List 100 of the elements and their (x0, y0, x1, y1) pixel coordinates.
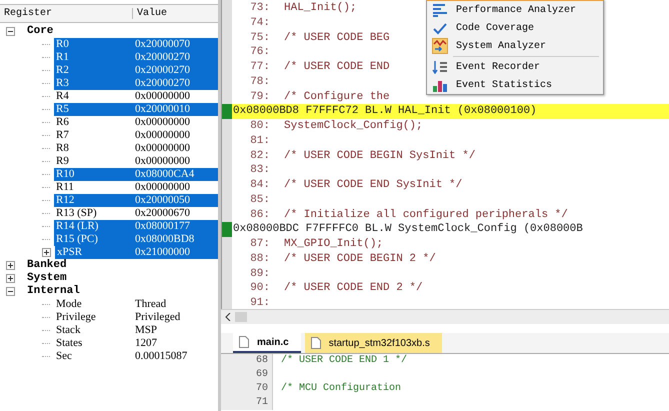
source-code: /* MCU Configuration (281, 382, 402, 396)
menu-item[interactable]: Code Coverage (427, 19, 603, 37)
register-name[interactable]: R1 (54, 51, 129, 64)
register-value: 0x00000000 (134, 142, 190, 154)
register-value: 0x20000010 (134, 103, 190, 115)
register-value: 0x08000CA4 (134, 168, 194, 180)
register-value: 0x00000000 (134, 181, 190, 193)
register-value: MSP (134, 324, 158, 336)
menu-item[interactable]: Event Recorder (427, 58, 603, 76)
register-name[interactable]: R3 (54, 77, 129, 90)
source-code: /* USER CODE BEGIN SysInit */ (284, 148, 476, 164)
line-number: 83: (249, 163, 270, 178)
line-number: 68 (221, 354, 273, 368)
expand-icon[interactable] (42, 248, 51, 257)
horizontal-scrollbar[interactable] (221, 309, 669, 324)
source-code: SystemClock_Config(); (284, 119, 423, 134)
file-icon (310, 337, 321, 349)
expand-icon[interactable] (6, 274, 15, 283)
source-code: /* USER CODE BEG (284, 30, 390, 46)
line-number: 76: (249, 45, 270, 60)
collapse-icon[interactable] (6, 27, 15, 36)
line-number: 70 (221, 382, 273, 396)
execution-marker (222, 104, 232, 119)
bar-chart-icon (432, 78, 448, 92)
menu-item[interactable]: Performance Analyzer (427, 1, 603, 19)
source-code: /* USER CODE BEGIN 2 */ (284, 252, 436, 266)
line-number: 81: (249, 134, 270, 148)
register-name[interactable]: R13 (SP) (54, 207, 129, 220)
scrollbar-thumb[interactable] (235, 312, 247, 322)
group-label[interactable]: Internal (19, 285, 80, 298)
line-number: 91: (249, 296, 270, 311)
group-label[interactable]: Core (19, 25, 54, 38)
line-number: 79: (249, 90, 270, 104)
register-name[interactable]: Stack (54, 324, 129, 337)
source-code: /* Configure the (284, 90, 390, 104)
register-value: 0x20000050 (134, 194, 190, 206)
line-number: 85: (249, 192, 270, 208)
register-value: 0x08000177 (134, 220, 190, 232)
register-value: Privileged (134, 311, 180, 323)
register-name[interactable]: R12 (54, 194, 129, 207)
register-name[interactable]: R7 (54, 129, 129, 142)
line-number: 75: (249, 30, 270, 46)
line-number: 90: (249, 281, 270, 296)
group-label[interactable]: Banked (19, 259, 67, 272)
group-label[interactable]: System (19, 272, 67, 285)
register-name[interactable]: R2 (54, 64, 129, 77)
list-arrow-icon (432, 60, 448, 74)
register-name[interactable]: Mode (54, 298, 129, 311)
column-header[interactable]: Value (133, 8, 168, 19)
register-value: 0x21000000 (134, 246, 190, 258)
waveform-icon (432, 38, 448, 54)
register-name[interactable]: R4 (54, 90, 129, 103)
line-number: 77: (249, 60, 270, 75)
column-header[interactable]: Register (0, 8, 133, 19)
register-name[interactable]: R8 (54, 142, 129, 155)
line-number: 71 (221, 396, 273, 410)
menu-item[interactable]: System Analyzer (427, 37, 603, 55)
disassembly-line: 0x08000BDC F7FFFFC0 BL.W SystemClock_Config (0x08000B (222, 222, 669, 237)
file-tab[interactable]: startup_stm32f103xb.s (304, 333, 442, 353)
collapse-icon[interactable] (6, 287, 15, 296)
menu-item[interactable]: Event Statistics (427, 76, 603, 94)
register-name[interactable]: R15 (PC) (54, 233, 129, 246)
source-code: /* USER CODE END 2 */ (284, 281, 423, 296)
source-code: MX_GPIO_Init(); (284, 237, 384, 252)
register-value: 0x20000270 (134, 51, 190, 63)
register-value: 0x00000000 (134, 155, 190, 167)
register-value: 0.00015087 (134, 350, 188, 362)
register-value: 0x00000000 (134, 116, 190, 128)
register-name[interactable]: R9 (54, 155, 129, 168)
line-number: 87: (249, 237, 270, 252)
register-name[interactable]: R5 (54, 103, 129, 116)
line-number: 88: (249, 252, 270, 266)
register-name[interactable]: R0 (54, 38, 129, 51)
register-name[interactable]: xPSR (55, 246, 129, 259)
source-code: /* USER CODE END SysInit */ (284, 178, 462, 193)
source-code: HAL_Init(); (284, 1, 357, 16)
line-number: 84: (249, 178, 270, 193)
execution-marker (222, 222, 232, 237)
register-name[interactable]: R11 (54, 181, 129, 194)
register-value: 0x20000070 (134, 38, 190, 50)
expand-icon[interactable] (6, 261, 15, 270)
bar-chart-icon (432, 3, 448, 17)
file-icon (239, 336, 249, 348)
line-number: 80: (249, 119, 270, 134)
register-value: 0x20000670 (134, 207, 190, 219)
register-name[interactable]: R6 (54, 116, 129, 129)
source-code: /* Initialize all configured peripherals */ (284, 208, 568, 222)
line-number: 69 (221, 368, 273, 382)
line-number: 78: (249, 74, 270, 90)
line-number: 89: (249, 266, 270, 282)
source-code: /* USER CODE END (284, 60, 390, 75)
register-name[interactable]: R10 (54, 168, 129, 181)
file-tab[interactable]: main.c (233, 333, 301, 353)
line-number: 82: (249, 148, 270, 164)
register-value: 0x00000000 (134, 90, 190, 102)
register-name[interactable]: Sec (54, 350, 129, 363)
register-name[interactable]: R14 (LR) (54, 220, 129, 233)
register-name[interactable]: Privilege (54, 311, 129, 324)
register-name[interactable]: States (54, 337, 129, 350)
register-value: 1207 (134, 337, 157, 349)
